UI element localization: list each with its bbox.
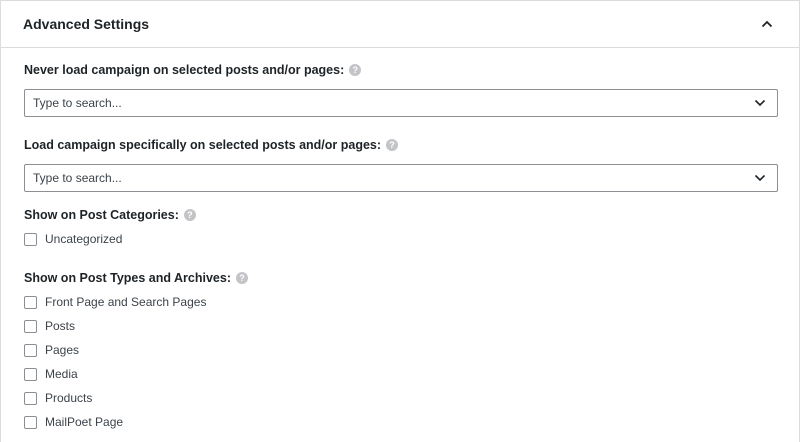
checkbox[interactable] (24, 367, 37, 381)
post-type-checkbox-row[interactable]: Media (24, 365, 776, 383)
post-categories-label: Show on Post Categories: (24, 208, 179, 222)
panel-header[interactable]: Advanced Settings (1, 1, 799, 48)
post-types-label: Show on Post Types and Archives: (24, 271, 231, 285)
load-specific-label-row: Load campaign specifically on selected p… (24, 136, 776, 154)
checkbox-label: Products (45, 391, 93, 405)
checkbox[interactable] (24, 295, 37, 309)
chevron-down-icon[interactable] (753, 96, 767, 110)
post-type-checkbox-row[interactable]: Front Page and Search Pages (24, 293, 776, 311)
checkbox[interactable] (24, 232, 37, 246)
checkbox-label: Posts (45, 319, 76, 333)
post-type-checkbox-row[interactable]: Pages (24, 341, 776, 359)
checkbox[interactable] (24, 319, 37, 333)
help-icon[interactable]: ? (386, 139, 399, 151)
never-load-label-row: Never load campaign on selected posts an… (24, 61, 776, 79)
post-type-checkbox-row[interactable]: Products (24, 389, 776, 407)
never-load-placeholder: Type to search... (33, 96, 122, 110)
checkbox-label: Media (45, 367, 78, 381)
help-icon[interactable]: ? (349, 64, 362, 76)
checkbox[interactable] (24, 343, 37, 357)
checkbox-label: MailPoet Page (45, 415, 124, 429)
category-checkbox-row[interactable]: Uncategorized (24, 230, 776, 248)
post-type-checkbox-row[interactable]: Posts (24, 317, 776, 335)
advanced-settings-panel: Advanced Settings Never load campaign on… (0, 0, 800, 442)
checkbox-label: Front Page and Search Pages (45, 295, 207, 309)
load-specific-search-select[interactable]: Type to search... (24, 164, 778, 192)
never-load-search-select[interactable]: Type to search... (24, 89, 778, 117)
never-load-label: Never load campaign on selected posts an… (24, 63, 345, 77)
post-type-checkbox-row[interactable]: MailPoet Page (24, 413, 776, 431)
checkbox-label: Pages (45, 343, 80, 357)
help-icon[interactable]: ? (183, 209, 196, 221)
checkbox[interactable] (24, 391, 37, 405)
load-specific-label: Load campaign specifically on selected p… (24, 138, 382, 152)
panel-body: Never load campaign on selected posts an… (1, 61, 799, 431)
help-icon[interactable]: ? (235, 272, 248, 284)
chevron-down-icon[interactable] (753, 171, 767, 185)
post-types-label-row: Show on Post Types and Archives: ? (24, 269, 776, 287)
load-specific-placeholder: Type to search... (33, 171, 122, 185)
panel-title: Advanced Settings (23, 16, 150, 32)
checkbox[interactable] (24, 415, 37, 429)
post-categories-label-row: Show on Post Categories: ? (24, 206, 776, 224)
checkbox-label: Uncategorized (45, 232, 123, 246)
chevron-up-icon[interactable] (757, 14, 777, 34)
